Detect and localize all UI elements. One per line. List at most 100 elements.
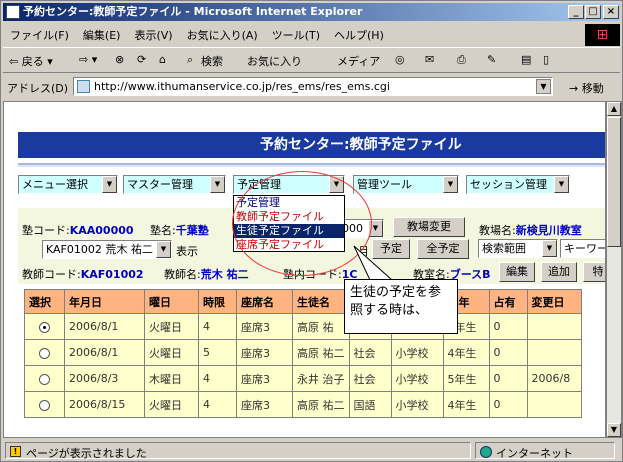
window-title: 予約センター:教師予定ファイル - Microsoft Internet Exp… bbox=[23, 5, 363, 18]
teacher-code-label: 教師コード: bbox=[22, 268, 81, 281]
display-label: 表示 bbox=[176, 245, 198, 258]
table-row[interactable]: 2006/8/1 火曜日 4 座席3 高原 祐 校 4年生 0 bbox=[24, 313, 582, 340]
row-radio[interactable] bbox=[39, 399, 50, 411]
session-select[interactable]: セッション管理 ▼ bbox=[466, 175, 570, 194]
school-code-value: KAA00000 bbox=[69, 224, 134, 237]
maximize-button[interactable]: □ bbox=[585, 5, 601, 19]
scroll-up-icon[interactable]: ▲ bbox=[607, 102, 621, 116]
col-header: 座席名 bbox=[236, 289, 293, 314]
discuss-icon[interactable]: ▤ bbox=[521, 53, 531, 66]
table-header-row: 選択 年月日 曜日 時限 座席名 生徒名 学年 占有 変更日 bbox=[24, 289, 582, 314]
seat-cell: 座席3 bbox=[236, 391, 293, 418]
forward-button[interactable]: ⇨ ▾ bbox=[79, 53, 97, 66]
school-cell: 小学校 bbox=[390, 365, 444, 392]
print-icon[interactable]: ⎙ bbox=[457, 53, 466, 67]
school-code: 塾コード:KAA00000 bbox=[22, 222, 134, 238]
warning-icon: ! bbox=[10, 446, 21, 457]
student-cell: 高原 祐二 bbox=[292, 391, 350, 418]
search-button[interactable]: 検索 bbox=[201, 53, 223, 69]
home-icon[interactable]: ⌂ bbox=[159, 53, 166, 66]
teacher-name-value: 荒木 祐二 bbox=[200, 268, 249, 281]
table-row[interactable]: 2006/8/3 木曜日 4 座席3 永井 治子 社会 小学校 5年生 0 20… bbox=[24, 365, 582, 392]
search-range-select[interactable]: 検索範囲 ▼ bbox=[478, 239, 558, 258]
teacher-name: 教師名:荒木 祐二 bbox=[164, 266, 249, 282]
vertical-scrollbar[interactable]: ▲ ▼ bbox=[606, 101, 622, 438]
menu-tools[interactable]: ツール(T) bbox=[265, 24, 327, 46]
all-schedule-button[interactable]: 全予定 bbox=[417, 239, 469, 259]
scroll-thumb[interactable] bbox=[607, 117, 621, 247]
menu-favorites[interactable]: お気に入り(A) bbox=[180, 24, 265, 46]
change-school-button[interactable]: 教場変更 bbox=[393, 217, 465, 237]
edit-icon[interactable]: ✎ bbox=[487, 53, 496, 66]
day-cell: 木曜日 bbox=[144, 365, 199, 392]
page-content: 予約センター:教師予定ファイル メニュー選択 ▼ マスター管理 ▼ 予定管理 ▼ 管理… bbox=[3, 101, 606, 438]
status-text: ページが表示されました bbox=[26, 447, 147, 460]
row-radio[interactable] bbox=[39, 321, 50, 333]
teacher-select-value: KAF01002 荒木 祐二 bbox=[46, 243, 153, 256]
select-cell[interactable] bbox=[24, 313, 65, 340]
table-row[interactable]: 2006/8/15 火曜日 4 座席3 高原 祐二 国語 小学校 4年生 0 bbox=[24, 391, 582, 418]
col-header: 生徒名 bbox=[292, 289, 350, 314]
seat-cell: 座席3 bbox=[236, 313, 293, 340]
other-button[interactable]: 特 bbox=[583, 262, 605, 282]
tools-select-value: 管理ツール bbox=[357, 178, 412, 191]
menu-edit[interactable]: 編集(E) bbox=[76, 24, 128, 46]
select-cell[interactable] bbox=[24, 365, 65, 392]
address-label: アドレス(D) bbox=[7, 82, 69, 95]
menu-view[interactable]: 表示(V) bbox=[127, 24, 179, 46]
row-radio[interactable] bbox=[39, 373, 50, 385]
history-icon[interactable]: ◎ bbox=[395, 53, 405, 66]
page-title: 予約センター:教師予定ファイル bbox=[18, 132, 605, 158]
status-bar: ! ページが表示されました インターネット bbox=[3, 440, 620, 461]
chevron-down-icon: ▼ bbox=[156, 241, 171, 258]
tools-select[interactable]: 管理ツール ▼ bbox=[353, 175, 459, 194]
col-header: 年月日 bbox=[64, 289, 145, 314]
day-cell: 火曜日 bbox=[144, 313, 199, 340]
messenger-icon[interactable]: ▯ bbox=[543, 53, 549, 66]
edit-button[interactable]: 編集 bbox=[499, 262, 535, 282]
select-cell[interactable] bbox=[24, 339, 65, 366]
add-button[interactable]: 追加 bbox=[541, 262, 577, 282]
media-button[interactable]: メディア bbox=[337, 53, 380, 69]
windows-logo-icon: ⊞ bbox=[585, 24, 620, 46]
address-input[interactable]: http://www.ithumanservice.co.jp/res_ems/… bbox=[73, 77, 553, 96]
grade-cell: 5年生 bbox=[442, 365, 490, 392]
school-name-label: 塾名: bbox=[150, 224, 176, 237]
address-dropdown-button[interactable]: ▼ bbox=[536, 79, 551, 94]
school-cell: 小学校 bbox=[390, 391, 444, 418]
menu-help[interactable]: ヘルプ(H) bbox=[327, 24, 391, 46]
search-icon[interactable]: ⌕ bbox=[187, 53, 193, 67]
page-icon bbox=[77, 80, 90, 93]
changed-cell bbox=[526, 339, 582, 366]
mail-icon[interactable]: ✉ bbox=[425, 53, 434, 66]
refresh-icon[interactable]: ⟳ bbox=[137, 53, 146, 66]
select-cell[interactable] bbox=[24, 391, 65, 418]
master-select[interactable]: マスター管理 ▼ bbox=[123, 175, 226, 194]
grade-cell: 4年生 bbox=[442, 391, 490, 418]
stop-icon[interactable]: ⊗ bbox=[115, 53, 124, 66]
menu-file[interactable]: ファイル(F) bbox=[3, 24, 76, 46]
teacher-code-value: KAF01002 bbox=[80, 268, 144, 281]
go-button[interactable]: → 移動 bbox=[569, 80, 604, 96]
keyword-input[interactable]: キーワー bbox=[560, 239, 605, 258]
teacher-select[interactable]: KAF01002 荒木 祐二 ▼ bbox=[42, 240, 172, 259]
scroll-down-icon[interactable]: ▼ bbox=[607, 423, 621, 437]
student-cell: 高原 祐 bbox=[292, 313, 350, 340]
grade-cell: 4年生 bbox=[442, 339, 490, 366]
school-code-label: 塾コード: bbox=[22, 224, 70, 237]
row-radio[interactable] bbox=[39, 347, 50, 359]
chevron-down-icon: ▼ bbox=[210, 176, 225, 193]
day-cell: 火曜日 bbox=[144, 391, 199, 418]
close-button[interactable]: × bbox=[603, 5, 619, 19]
browser-window: 予約センター:教師予定ファイル - Microsoft Internet Exp… bbox=[0, 0, 623, 462]
favorites-button[interactable]: お気に入り bbox=[247, 53, 302, 69]
chevron-down-icon: ▼ bbox=[554, 176, 569, 193]
menu-select[interactable]: メニュー選択 ▼ bbox=[18, 175, 118, 194]
callout-box: 生徒の予定を参照する時は、 bbox=[344, 279, 458, 334]
date-cell: 2006/8/1 bbox=[64, 339, 145, 366]
campus-label: 教場名: bbox=[479, 224, 516, 237]
session-select-value: セッション管理 bbox=[470, 178, 547, 191]
back-button[interactable]: ⇦ 戻る ▾ bbox=[9, 53, 53, 69]
table-row[interactable]: 2006/8/1 火曜日 5 座席3 高原 祐二 社会 小学校 4年生 0 bbox=[24, 339, 582, 366]
minimize-button[interactable]: _ bbox=[568, 5, 584, 19]
